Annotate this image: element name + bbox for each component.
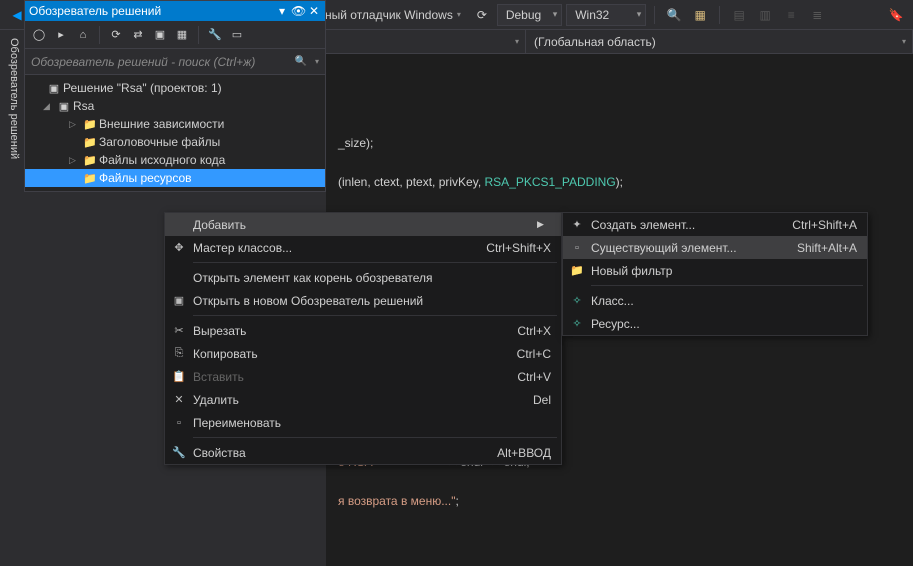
bookmark-button[interactable]: 🔖 xyxy=(885,4,907,26)
code-line: ); xyxy=(616,175,623,189)
solution-explorer-tab[interactable]: Обозреватель решений xyxy=(0,30,24,167)
panel-title: Обозреватель решений xyxy=(29,4,161,18)
panel-fwd-button[interactable]: ▸ xyxy=(51,25,71,45)
panel-dropdown-icon[interactable]: ▾ xyxy=(275,4,289,18)
ctx-paste: 📋ВставитьCtrl+V xyxy=(165,365,561,388)
panel-sync-button[interactable]: ⟳ xyxy=(106,25,126,45)
tb-misc2[interactable]: ▥ xyxy=(754,4,776,26)
tb-misc3[interactable]: ≡ xyxy=(780,4,802,26)
panel-showall-button[interactable]: ▦ xyxy=(172,25,192,45)
ctx-new-item[interactable]: ✦Создать элемент...Ctrl+Shift+A xyxy=(563,213,867,236)
solution-search-input[interactable]: Обозреватель решений - поиск (Ctrl+ж)▾ xyxy=(25,49,325,75)
code-line: я возврата в меню..." xyxy=(338,494,455,508)
ctx-new-filter[interactable]: 📁Новый фильтр xyxy=(563,259,867,282)
code-line: (inlen, ctext, ptext, privKey, xyxy=(338,175,485,189)
ctx-class-wizard[interactable]: ✥Мастер классов...Ctrl+Shift+X xyxy=(165,236,561,259)
ctx-add[interactable]: Добавить▶ xyxy=(165,213,561,236)
solution-tree: ▣Решение "Rsa" (проектов: 1) ◢▣Rsa ▷📁Вне… xyxy=(25,75,325,191)
ctx-resource[interactable]: ✧Ресурс... xyxy=(563,312,867,335)
panel-properties-button[interactable]: 🔧 xyxy=(205,25,225,45)
ctx-delete[interactable]: ✕УдалитьDel xyxy=(165,388,561,411)
panel-close-icon[interactable]: ✕ xyxy=(307,4,321,18)
code-nav-scope[interactable]: (Глобальная область) xyxy=(526,30,913,53)
panel-home-button[interactable]: ⌂ xyxy=(73,25,93,45)
ctx-class[interactable]: ✧Класс... xyxy=(563,289,867,312)
panel-titlebar: Обозреватель решений ▾ 👁 ✕ xyxy=(25,1,325,21)
ctx-existing-item[interactable]: ▫Существующий элемент...Shift+Alt+A xyxy=(563,236,867,259)
config-combo[interactable]: Debug xyxy=(497,4,562,26)
panel-back-button[interactable]: ◯ xyxy=(29,25,49,45)
context-menu: Добавить▶ ✥Мастер классов...Ctrl+Shift+X… xyxy=(164,212,562,465)
refresh-button[interactable]: ⟳ xyxy=(471,4,493,26)
tb-misc4[interactable]: ≣ xyxy=(806,4,828,26)
ctx-open-root[interactable]: Открыть элемент как корень обозревателя xyxy=(165,266,561,289)
folder-external[interactable]: ▷📁Внешние зависимости xyxy=(25,115,325,133)
project-node[interactable]: ◢▣Rsa xyxy=(25,97,325,115)
panel-collapse-button[interactable]: ▣ xyxy=(150,25,170,45)
ctx-copy[interactable]: ⎘КопироватьCtrl+C xyxy=(165,342,561,365)
folder-resources[interactable]: 📁Файлы ресурсов xyxy=(25,169,325,187)
context-submenu-add: ✦Создать элемент...Ctrl+Shift+A ▫Существ… xyxy=(562,212,868,336)
find-button[interactable]: 🔍 xyxy=(663,4,685,26)
code-token: RSA_PKCS1_PADDING xyxy=(485,175,616,189)
panel-pin-icon[interactable]: 👁 xyxy=(291,4,305,18)
ctx-cut[interactable]: ✂ВырезатьCtrl+X xyxy=(165,319,561,342)
solution-node[interactable]: ▣Решение "Rsa" (проектов: 1) xyxy=(25,79,325,97)
code-nav-left[interactable] xyxy=(326,30,526,53)
ctx-open-new[interactable]: ▣Открыть в новом Обозреватель решений xyxy=(165,289,561,312)
code-line: _size); xyxy=(338,136,373,150)
tb-misc1[interactable]: ▤ xyxy=(728,4,750,26)
code-line: ; xyxy=(455,494,458,508)
platform-combo[interactable]: Win32 xyxy=(566,4,646,26)
code-nav-bar: (Глобальная область) xyxy=(326,30,913,54)
panel-toolbar: ◯ ▸ ⌂ ⟳ ⇄ ▣ ▦ 🔧 ▭ xyxy=(25,21,325,49)
panel-preview-button[interactable]: ▭ xyxy=(227,25,247,45)
panel-refresh-button[interactable]: ⇄ xyxy=(128,25,148,45)
ctx-rename[interactable]: ▫Переименовать xyxy=(165,411,561,434)
ctx-properties[interactable]: 🔧СвойстваAlt+ВВОД xyxy=(165,441,561,464)
layout-button[interactable]: ▦ xyxy=(689,4,711,26)
solution-explorer-panel: Обозреватель решений ▾ 👁 ✕ ◯ ▸ ⌂ ⟳ ⇄ ▣ ▦… xyxy=(24,0,326,192)
folder-headers[interactable]: 📁Заголовочные файлы xyxy=(25,133,325,151)
folder-source[interactable]: ▷📁Файлы исходного кода xyxy=(25,151,325,169)
